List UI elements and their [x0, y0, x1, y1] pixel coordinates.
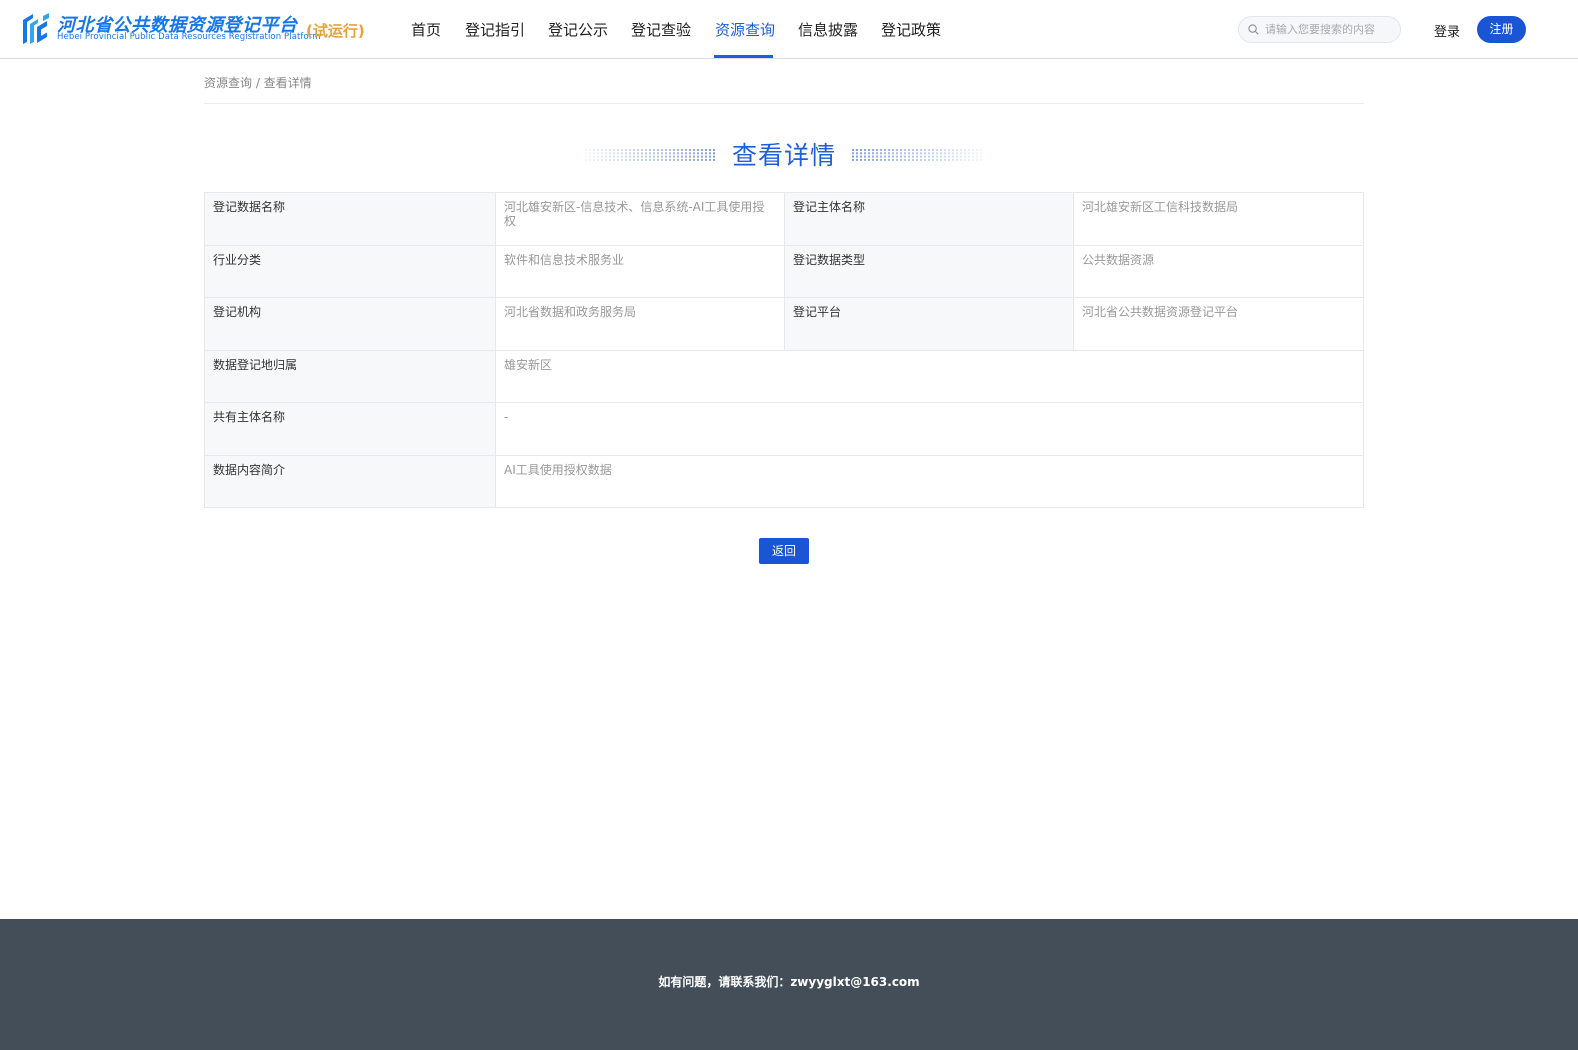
search-box[interactable]: [1238, 16, 1401, 43]
nav-registration-verify[interactable]: 登记查验: [631, 19, 691, 40]
field-label: 登记数据名称: [205, 193, 496, 245]
detail-row: 登记数据名称 河北雄安新区-信息技术、信息系统-AI工具使用授权 登记主体名称 …: [205, 193, 1363, 246]
field-label: 登记机构: [205, 298, 496, 350]
field-value: 雄安新区: [504, 357, 553, 372]
detail-row: 登记机构 河北省数据和政务服务局 登记平台 河北省公共数据资源登记平台: [205, 298, 1363, 351]
field-label: 共有主体名称: [205, 403, 496, 455]
title-area: 查看详情: [0, 136, 1578, 176]
nav-info-disclosure[interactable]: 信息披露: [798, 19, 858, 40]
field-value: 河北省数据和政务服务局: [496, 298, 785, 350]
search-icon: [1248, 24, 1259, 35]
field-value: 河北雄安新区工信科技数据局: [1082, 200, 1239, 214]
back-button[interactable]: 返回: [759, 538, 809, 564]
nav-active-indicator: [714, 55, 773, 58]
detail-row: 数据内容简介 AI工具使用授权数据: [205, 455, 1363, 508]
field-value: 河北雄安新区-信息技术、信息系统-AI工具使用授权: [496, 193, 785, 245]
detail-row: 数据登记地归属 雄安新区: [205, 350, 1363, 403]
field-label: 行业分类: [205, 245, 496, 297]
field-value: 公共数据资源: [1082, 252, 1155, 267]
login-link[interactable]: 登录: [1434, 21, 1460, 40]
detail-table: 登记数据名称 河北雄安新区-信息技术、信息系统-AI工具使用授权 登记主体名称 …: [204, 192, 1364, 508]
logo-icon[interactable]: [19, 12, 51, 46]
field-label: 登记主体名称: [785, 193, 1074, 245]
search-input[interactable]: [1265, 17, 1395, 42]
field-label: 登记数据类型: [785, 245, 1074, 297]
page-title: 查看详情: [732, 141, 837, 170]
field-value: 软件和信息技术服务业: [496, 245, 785, 297]
field-label: 数据内容简介: [205, 455, 496, 507]
field-value: 河北省公共数据资源登记平台: [1082, 305, 1239, 319]
title-decoration-right: [852, 149, 982, 161]
site-header: 河北省公共数据资源登记平台 Hebei Provincial Public Da…: [0, 0, 1578, 59]
breadcrumb-divider: [204, 103, 1364, 104]
detail-row: 共有主体名称 -: [205, 403, 1363, 456]
detail-row: 行业分类 软件和信息技术服务业 登记数据类型 公共数据资源: [205, 245, 1363, 298]
nav-registration-policy[interactable]: 登记政策: [881, 19, 941, 40]
nav-home[interactable]: 首页: [411, 19, 441, 40]
field-value: -: [504, 410, 509, 424]
title-decoration-left: [585, 149, 715, 161]
register-button[interactable]: 注册: [1477, 16, 1526, 43]
site-footer: 如有问题，请联系我们：zwyyglxt@163.com: [0, 919, 1578, 1050]
trial-badge: (试运行): [306, 22, 365, 40]
footer-contact: 如有问题，请联系我们：zwyyglxt@163.com: [658, 975, 920, 989]
nav-registration-guide[interactable]: 登记指引: [465, 19, 525, 40]
nav-resource-query[interactable]: 资源查询: [715, 19, 775, 40]
field-label: 数据登记地归属: [205, 350, 496, 402]
breadcrumb: 资源查询 / 查看详情: [204, 76, 312, 90]
logo-subtitle: Hebei Provincial Public Data Resources R…: [57, 32, 321, 42]
nav-registration-notice[interactable]: 登记公示: [548, 19, 608, 40]
field-label: 登记平台: [785, 298, 1074, 350]
field-value: AI工具使用授权数据: [504, 462, 612, 477]
